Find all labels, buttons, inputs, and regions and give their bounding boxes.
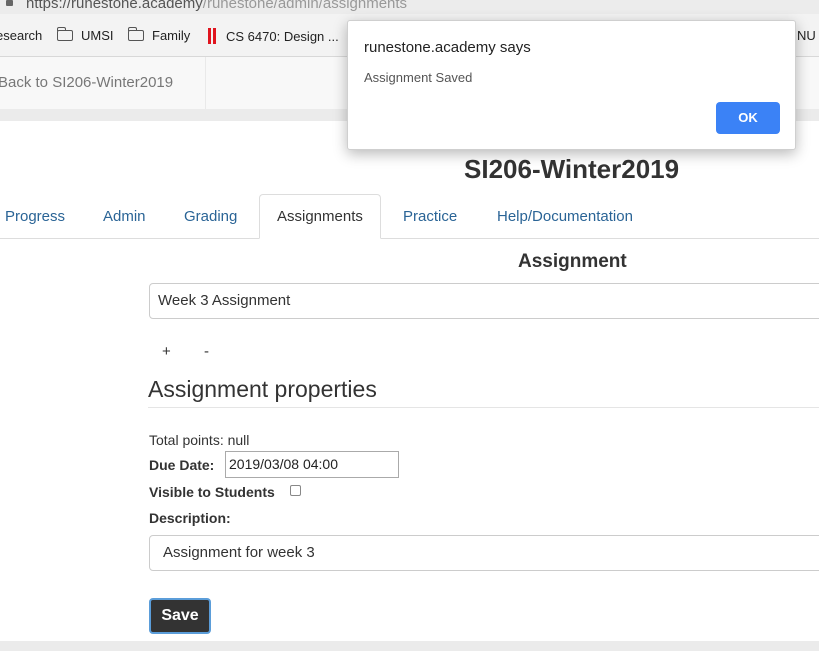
bookmark-umsi[interactable]: UMSI bbox=[56, 27, 114, 43]
description-input[interactable]: Assignment for week 3 bbox=[149, 535, 819, 571]
bookmark-label: NU bbox=[797, 28, 816, 43]
save-button[interactable]: Save bbox=[149, 598, 211, 634]
bookmark-label: CS 6470: Design ... bbox=[226, 28, 339, 44]
url-path: /runestone/admin/assignments bbox=[202, 0, 408, 12]
navbar-divider bbox=[205, 57, 206, 109]
add-assignment-button[interactable]: + bbox=[162, 343, 171, 360]
url-host: https://runestone.academy bbox=[26, 0, 203, 12]
assignment-heading: Assignment bbox=[518, 251, 627, 272]
remove-assignment-button[interactable]: - bbox=[204, 343, 209, 360]
visible-label-text: Visible to Students bbox=[149, 484, 275, 500]
tab-admin[interactable]: Admin bbox=[103, 208, 146, 225]
red-bars-icon bbox=[208, 28, 216, 44]
bookmark-nu[interactable]: NU bbox=[797, 28, 816, 43]
folder-icon bbox=[127, 27, 144, 41]
due-date-label-text: Due Date: bbox=[149, 457, 215, 473]
browser-url-bar[interactable]: https://runestone.academy/runestone/admi… bbox=[0, 0, 819, 14]
description-label-text: Description: bbox=[149, 510, 231, 526]
course-title: SI206-Winter2019 bbox=[464, 154, 680, 184]
url-text[interactable]: https://runestone.academy/runestone/admi… bbox=[26, 0, 407, 12]
bookmark-cs6470[interactable]: CS 6470: Design ... bbox=[208, 28, 339, 44]
bookmark-label: Family bbox=[152, 28, 191, 43]
due-date-input[interactable]: 2019/03/08 04:00 bbox=[225, 451, 399, 478]
bookmark-research[interactable]: esearch bbox=[0, 28, 42, 43]
tab-grading[interactable]: Grading bbox=[184, 208, 237, 225]
bookmark-family[interactable]: Family bbox=[127, 27, 191, 43]
alert-dialog: runestone.academy says Assignment Saved … bbox=[347, 20, 796, 150]
bookmark-label: esearch bbox=[0, 28, 43, 43]
tabs-underline bbox=[0, 238, 819, 239]
bookmark-label: UMSI bbox=[81, 28, 114, 43]
tab-practice[interactable]: Practice bbox=[403, 208, 457, 225]
tab-help-documentation[interactable]: Help/Documentation bbox=[497, 208, 633, 225]
folder-icon bbox=[56, 27, 73, 41]
tab-progress[interactable]: Progress bbox=[5, 208, 65, 225]
ok-button[interactable]: OK bbox=[716, 102, 780, 134]
lock-icon bbox=[6, 0, 13, 6]
visible-to-students-label: Visible to Students bbox=[149, 484, 275, 500]
visible-to-students-checkbox[interactable] bbox=[290, 485, 301, 496]
properties-divider bbox=[148, 407, 819, 408]
footer-strip bbox=[0, 641, 819, 651]
total-points-text: Total points: null bbox=[149, 432, 250, 448]
assignment-select[interactable]: Week 3 Assignment bbox=[149, 283, 819, 319]
back-to-course-link[interactable]: Back to SI206-Winter2019 bbox=[0, 74, 173, 91]
dialog-title: runestone.academy says bbox=[364, 39, 531, 56]
tab-assignments[interactable]: Assignments bbox=[259, 194, 381, 239]
properties-heading: Assignment properties bbox=[148, 376, 377, 402]
description-label: Description: bbox=[149, 510, 231, 526]
dialog-message: Assignment Saved bbox=[364, 70, 473, 85]
due-date-label: Due Date: bbox=[149, 457, 214, 473]
